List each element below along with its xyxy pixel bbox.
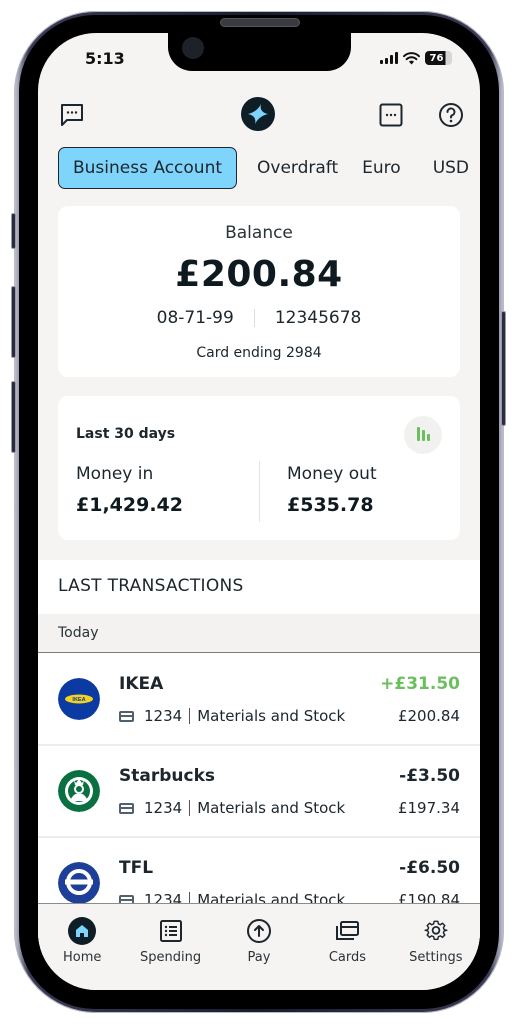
bottom-nav: Home Spending Pay Cards Settings: [38, 903, 480, 990]
card-icon: [119, 802, 134, 814]
sparkle-logo-icon: [248, 104, 268, 124]
tab-overdraft[interactable]: Overdraft: [237, 147, 347, 189]
balance-card: Balance £200.84 08-71-99 12345678 Card e…: [58, 206, 460, 377]
running-balance: £200.84: [397, 707, 460, 725]
date-group-header: Today: [38, 614, 480, 653]
nav-label: Cards: [328, 950, 367, 965]
summary-card: Last 30 days Money in £1,429.42 Money ou…: [58, 396, 460, 540]
summary-title: Last 30 days: [76, 426, 176, 442]
transactions-heading: LAST TRANSACTIONS: [58, 576, 244, 596]
home-icon: [68, 917, 97, 945]
mute-switch: [11, 213, 16, 249]
bar-chart-icon: [416, 427, 420, 441]
nav-settings[interactable]: Settings: [392, 904, 480, 990]
card-ending: Card ending 2984: [196, 345, 322, 361]
merchant-name: TFL: [119, 858, 154, 878]
account-details: 08-71-99 12345678: [58, 308, 460, 328]
tfl-logo: [58, 862, 100, 904]
screen: 5:13 76 Business Account Overdraft Euro …: [38, 33, 480, 990]
money-in-label: Money in: [76, 464, 154, 484]
account-number: 12345678: [274, 308, 362, 328]
battery-icon: 76: [425, 51, 452, 65]
wifi-icon: [403, 51, 420, 64]
divider: [253, 309, 255, 327]
pay-arrow-up-icon: [245, 917, 273, 945]
card-icon: [119, 710, 134, 722]
starbucks-logo: [58, 770, 100, 812]
transaction-amount: +£31.50: [380, 674, 460, 694]
money-out: Money out £535.78: [287, 464, 377, 516]
tab-euro[interactable]: Euro: [347, 147, 410, 189]
money-in-value: £1,429.42: [76, 494, 183, 516]
nav-label: Spending: [140, 950, 202, 965]
bar-chart-icon-bar: [426, 434, 430, 441]
account-tabs: Business Account Overdraft Euro USD: [58, 147, 470, 189]
divider: [259, 461, 260, 522]
front-camera: [182, 37, 204, 59]
status-icons: 76: [380, 51, 452, 65]
money-out-value: £535.78: [287, 494, 374, 516]
tab-usd[interactable]: USD: [410, 147, 470, 189]
battery-percent: 76: [429, 52, 444, 64]
help-button[interactable]: [437, 101, 465, 129]
balance-amount: £200.84: [175, 254, 343, 295]
help-icon: [439, 103, 463, 127]
more-dots-icon: [379, 103, 403, 127]
volume-up-button: [11, 286, 16, 358]
notch: [168, 33, 351, 71]
money-out-label: Money out: [287, 464, 377, 484]
status-time: 5:13: [85, 49, 125, 68]
chat-button[interactable]: [58, 101, 86, 129]
transaction-meta: 1234 Materials and Stock: [119, 707, 345, 725]
signal-icon: [380, 52, 398, 64]
transaction-amount: -£6.50: [399, 858, 460, 878]
nav-cards[interactable]: Cards: [303, 904, 391, 990]
more-options-button[interactable]: [377, 101, 405, 129]
transaction-row[interactable]: IKEA IKEA 1234 Materials and Stock +£31.…: [38, 654, 480, 746]
merchant-name: Starbucks: [119, 766, 215, 786]
merchant-name: IKEA: [119, 674, 164, 694]
volume-down-button: [11, 381, 16, 453]
nav-home[interactable]: Home: [38, 904, 126, 990]
divider: [189, 800, 191, 816]
transaction-amount: -£3.50: [399, 766, 460, 786]
nav-label: Home: [63, 950, 102, 965]
chat-icon: [61, 104, 83, 126]
power-button: [501, 311, 506, 426]
card-number: 1234: [144, 799, 183, 817]
app-logo-button[interactable]: [241, 97, 275, 131]
balance-label: Balance: [225, 223, 293, 243]
category: Materials and Stock: [197, 799, 346, 817]
bar-chart-icon-bar: [421, 430, 425, 441]
card-number: 1234: [144, 707, 183, 725]
gear-icon: [422, 917, 450, 945]
transaction-meta: 1234 Materials and Stock: [119, 799, 345, 817]
speaker-grill: [220, 18, 300, 27]
divider: [189, 708, 191, 724]
category: Materials and Stock: [197, 707, 346, 725]
insights-button[interactable]: [404, 416, 442, 454]
date-group-label: Today: [58, 625, 99, 641]
nav-label: Settings: [409, 950, 463, 965]
nav-label: Pay: [247, 950, 271, 965]
nav-pay[interactable]: Pay: [215, 904, 303, 990]
list-icon: [157, 917, 185, 945]
running-balance: £197.34: [397, 799, 460, 817]
nav-spending[interactable]: Spending: [126, 904, 214, 990]
ikea-logo: IKEA: [58, 678, 100, 720]
sort-code: 08-71-99: [156, 308, 234, 328]
money-in: Money in £1,429.42: [76, 464, 183, 516]
transaction-row[interactable]: Starbucks 1234 Materials and Stock -£3.5…: [38, 746, 480, 838]
cards-icon: [333, 917, 361, 945]
tab-business-account[interactable]: Business Account: [58, 147, 238, 189]
svg-text:IKEA: IKEA: [72, 697, 85, 703]
